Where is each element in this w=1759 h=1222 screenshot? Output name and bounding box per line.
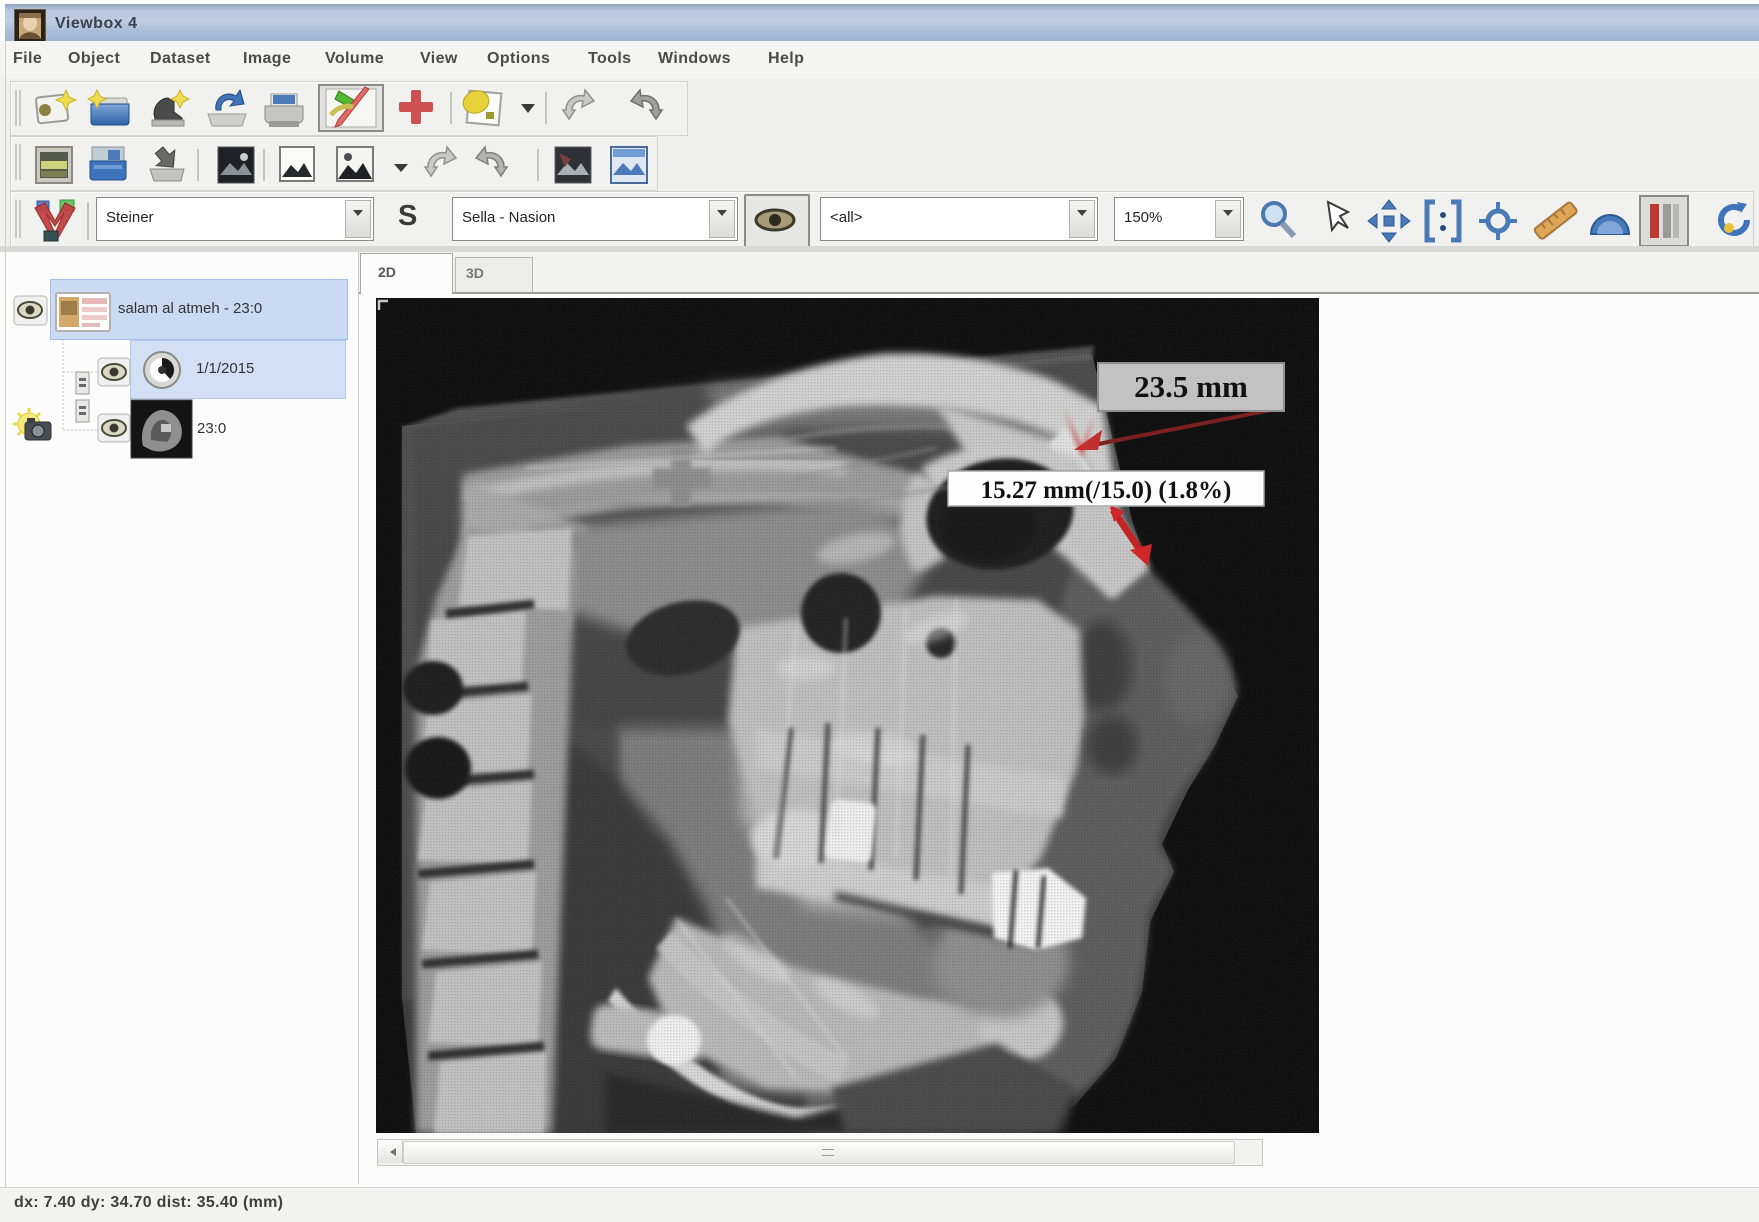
svg-text:15.27 mm(/15.0) (1.8%): 15.27 mm(/15.0) (1.8%) <box>981 477 1232 504</box>
svg-text:23.5 mm: 23.5 mm <box>1134 369 1248 404</box>
